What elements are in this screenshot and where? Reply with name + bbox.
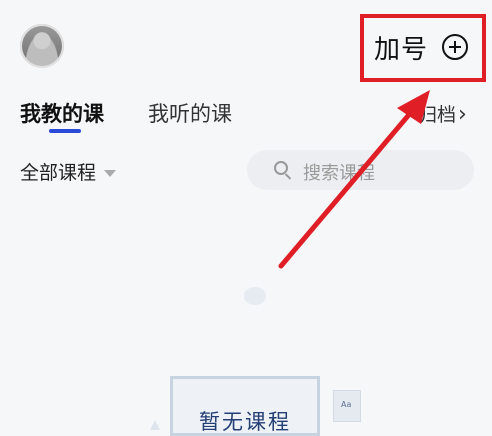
course-filter-dropdown[interactable]: 全部课程 [20,158,117,185]
search-input[interactable]: 搜索课程 [247,150,474,190]
add-button[interactable]: 加号 [360,14,486,82]
empty-illustration-card: 暂无课程 [170,376,320,436]
empty-illustration-triangle [150,420,160,430]
header-area: 加号 我教的课 我听的课 归档› 全部课程 搜索课程 [0,0,492,195]
avatar[interactable] [20,24,64,68]
search-icon [274,161,288,175]
empty-mini-label: Aa [341,400,352,409]
empty-message: 暂无课程 [199,410,291,434]
active-tab-indicator [49,129,81,133]
chevron-right-icon: › [458,102,467,127]
archive-label: 归档 [418,104,457,126]
archive-link[interactable]: 归档› [418,100,467,127]
course-filter-label: 全部课程 [20,162,97,184]
add-button-label: 加号 [374,35,429,65]
tab-listening[interactable]: 我听的课 [148,98,232,128]
add-circle-icon [442,34,468,60]
empty-state: 暂无课程 Aa [0,230,492,436]
empty-illustration-mini-card: Aa [333,390,361,422]
tab-teaching[interactable]: 我教的课 [20,98,104,128]
search-placeholder: 搜索课程 [303,163,375,184]
caret-down-icon [104,170,117,177]
empty-illustration-dot [244,287,266,305]
